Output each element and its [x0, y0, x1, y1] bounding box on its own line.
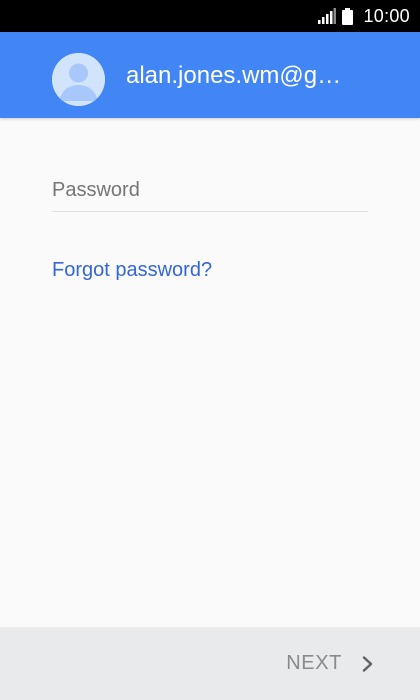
person-icon	[52, 53, 105, 106]
account-header: alan.jones.wm@g…	[0, 32, 420, 118]
next-button[interactable]: NEXT	[286, 627, 374, 700]
signal-icon	[318, 8, 337, 24]
status-bar: 10:00	[0, 0, 420, 32]
password-input[interactable]	[52, 170, 368, 210]
password-underline	[52, 211, 368, 212]
chevron-right-icon	[362, 655, 374, 672]
status-icons: 10:00	[318, 0, 410, 32]
next-label: NEXT	[286, 652, 342, 674]
password-field[interactable]	[52, 170, 368, 212]
forgot-password-link[interactable]: Forgot password?	[52, 259, 212, 282]
status-time: 10:00	[363, 5, 410, 26]
battery-icon	[342, 7, 354, 25]
account-email: alan.jones.wm@g…	[126, 62, 342, 89]
footer-bar: NEXT	[0, 627, 420, 700]
